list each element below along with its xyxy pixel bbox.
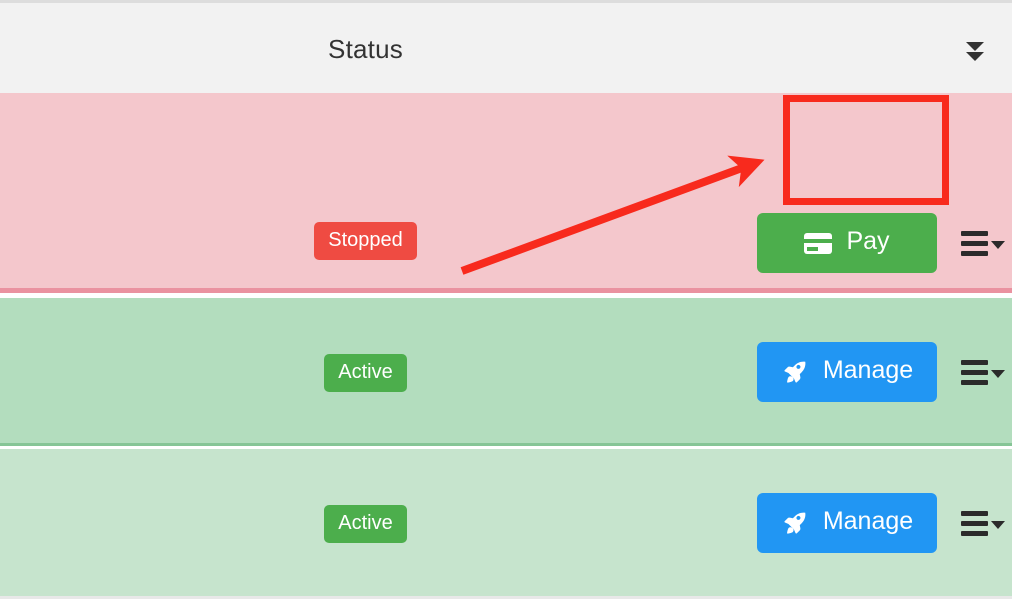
table-row: Active Manage	[0, 298, 1012, 446]
column-header-status[interactable]: Status	[0, 34, 731, 65]
hamburger-icon	[961, 230, 988, 256]
status-table-panel: Status Stopped Pay Active Manage Active …	[0, 0, 1012, 602]
row-menu-toggle[interactable]	[959, 225, 1007, 262]
caret-down-icon	[991, 369, 1005, 378]
rocket-icon	[784, 361, 806, 383]
table-row: Active Manage	[0, 449, 1012, 599]
pay-button-label: Pay	[846, 227, 890, 255]
table-row: Stopped Pay	[0, 93, 1012, 293]
status-cell: Stopped	[0, 222, 731, 260]
caret-down-icon	[991, 240, 1005, 249]
row-menu-toggle[interactable]	[959, 354, 1007, 391]
chevron-down-lower	[966, 51, 984, 61]
chevron-down-upper	[966, 41, 984, 51]
hamburger-icon	[961, 510, 988, 536]
status-badge: Active	[324, 505, 407, 543]
pay-button[interactable]: Pay	[757, 213, 937, 273]
status-cell: Active	[0, 354, 731, 392]
actions-cell: Pay	[757, 213, 1007, 273]
status-badge: Active	[324, 354, 407, 392]
status-cell: Active	[0, 505, 731, 543]
manage-button[interactable]: Manage	[757, 493, 937, 553]
manage-button-label: Manage	[822, 507, 914, 535]
double-chevron-down-icon[interactable]	[960, 36, 990, 66]
row-menu-toggle[interactable]	[959, 505, 1007, 542]
actions-cell: Manage	[757, 493, 1007, 553]
credit-card-icon	[804, 232, 833, 254]
hamburger-icon	[961, 359, 988, 385]
manage-button[interactable]: Manage	[757, 342, 937, 402]
rocket-icon	[784, 512, 806, 534]
table-header: Status	[0, 0, 1012, 93]
status-badge: Stopped	[314, 222, 417, 260]
actions-cell: Manage	[757, 342, 1007, 402]
caret-down-icon	[991, 520, 1005, 529]
manage-button-label: Manage	[822, 356, 914, 384]
